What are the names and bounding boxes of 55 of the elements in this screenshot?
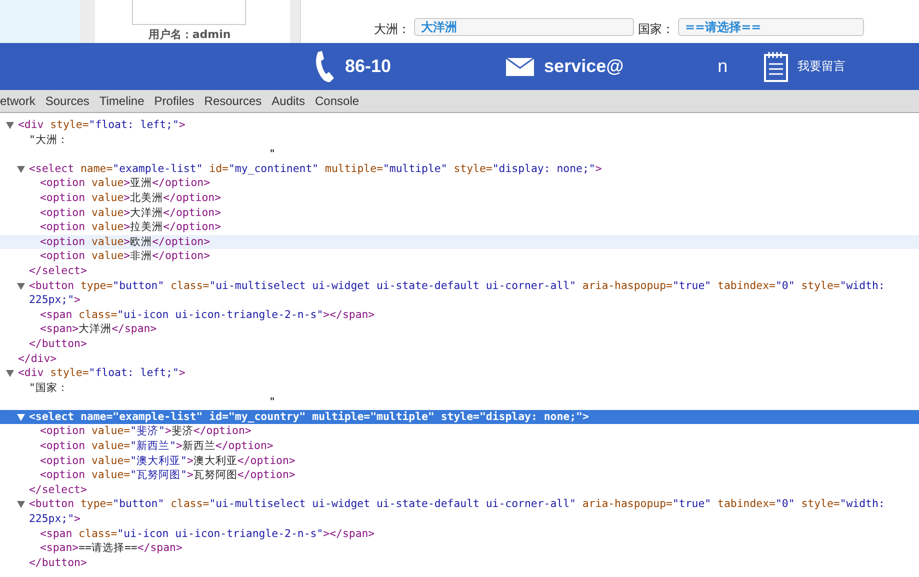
code-text: "大洲：: [29, 132, 68, 146]
code-text: <div style="float: left;">: [18, 366, 186, 380]
code-text: </select>: [29, 482, 87, 496]
username-label: 用户名：admin: [148, 27, 231, 42]
devtools-tab[interactable]: etwork: [0, 90, 40, 112]
code-text: </button>: [29, 556, 87, 569]
devtools-tab[interactable]: Audits: [266, 90, 310, 112]
code-text: "国家：: [29, 380, 68, 394]
code-text: </button>: [29, 336, 87, 350]
continent-label: 大洲：: [374, 21, 410, 38]
code-text: <select name="example-list" id="my_continent" multiple="multiple" style="display: none;">: [29, 162, 602, 175]
code-text: </select>: [29, 264, 87, 277]
panel-gutter: [290, 0, 301, 43]
code-text: <button type="button" class="ui-multiselect ui-widget ui-state-default ui-corner-all" aria-haspopup="true" tabindex="0" style="width: 225px;">: [29, 278, 886, 306]
email-address: service@: [544, 56, 624, 77]
devtools-tab[interactable]: Console: [310, 90, 364, 112]
devtools-tab[interactable]: Resources: [199, 90, 267, 112]
code-text: <span class="ui-icon ui-icon-triangle-2-n-s"></span>: [40, 308, 375, 321]
code-text: <option value>大洋洲</option>: [40, 206, 222, 219]
code-text: <button type="button" class="ui-multiselect ui-widget ui-state-default ui-corner-all" aria-haspopup="true" tabindex="0" style="width: 225px;">: [29, 497, 886, 526]
expand-triangle-icon[interactable]: [17, 166, 25, 173]
code-text: <option value>北美洲</option>: [40, 190, 222, 204]
devtools-tab[interactable]: Profiles: [149, 90, 200, 112]
code-text: <option value>非洲</option>: [40, 249, 210, 262]
code-text: <option value>拉美洲</option>: [40, 220, 222, 234]
code-text: <option value="新西兰">新西兰</option>: [40, 439, 274, 452]
code-text: <span>大洋洲</span>: [40, 322, 157, 336]
phone-number: 86-10: [345, 56, 392, 77]
envelope-icon: [506, 58, 534, 76]
notepad-icon: [764, 52, 788, 82]
banner-text: n: [718, 56, 728, 77]
code-text: </div>: [18, 352, 57, 364]
expand-triangle-icon[interactable]: [17, 501, 25, 508]
code-text: <option value>欧洲</option>: [40, 234, 210, 248]
expand-triangle-icon[interactable]: [6, 370, 14, 378]
hovered-row[interactable]: <option value>欧洲</option>: [0, 234, 919, 250]
code-text: <span>==请选择==</span>: [40, 541, 182, 554]
leave-message-link[interactable]: 我要留言: [798, 58, 846, 75]
devtools-tab[interactable]: Sources: [40, 90, 94, 112]
code-text: <option value="瓦努阿图">瓦努阿图</option>: [40, 468, 296, 482]
code-text: <option value="澳大利亚">澳大利亚</option>: [40, 454, 296, 467]
selected-row[interactable]: <select name="example-list" id="my_country" multiple="multiple" style="display: none;">: [0, 410, 919, 424]
country-label: 国家：: [638, 21, 674, 38]
phone-icon: [313, 50, 335, 82]
expand-triangle-icon[interactable]: [17, 282, 25, 290]
devtools-tab[interactable]: Timeline: [94, 90, 150, 112]
code-text: <div style="float: left;">: [18, 118, 186, 131]
code-text: <option value="斐济">斐济</option>: [40, 424, 252, 438]
expand-triangle-icon[interactable]: [6, 122, 14, 129]
code-text: ": [269, 395, 276, 408]
code-text: ": [269, 147, 276, 160]
code-text: <option value>亚洲</option>: [40, 176, 210, 190]
code-text: <span class="ui-icon ui-icon-triangle-2-n-s"></span>: [40, 526, 375, 540]
panel-gutter: [80, 0, 95, 43]
code-text: <select name="example-list" id="my_country" multiple="multiple" style="display: none;">: [29, 410, 589, 423]
